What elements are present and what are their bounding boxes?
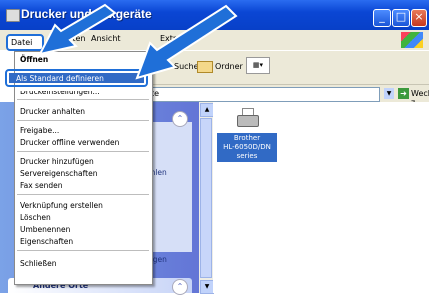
instruction-arrows (38, 3, 238, 80)
arrow-to-datei-icon (38, 3, 117, 56)
arrow-to-set-default-icon (135, 4, 238, 80)
